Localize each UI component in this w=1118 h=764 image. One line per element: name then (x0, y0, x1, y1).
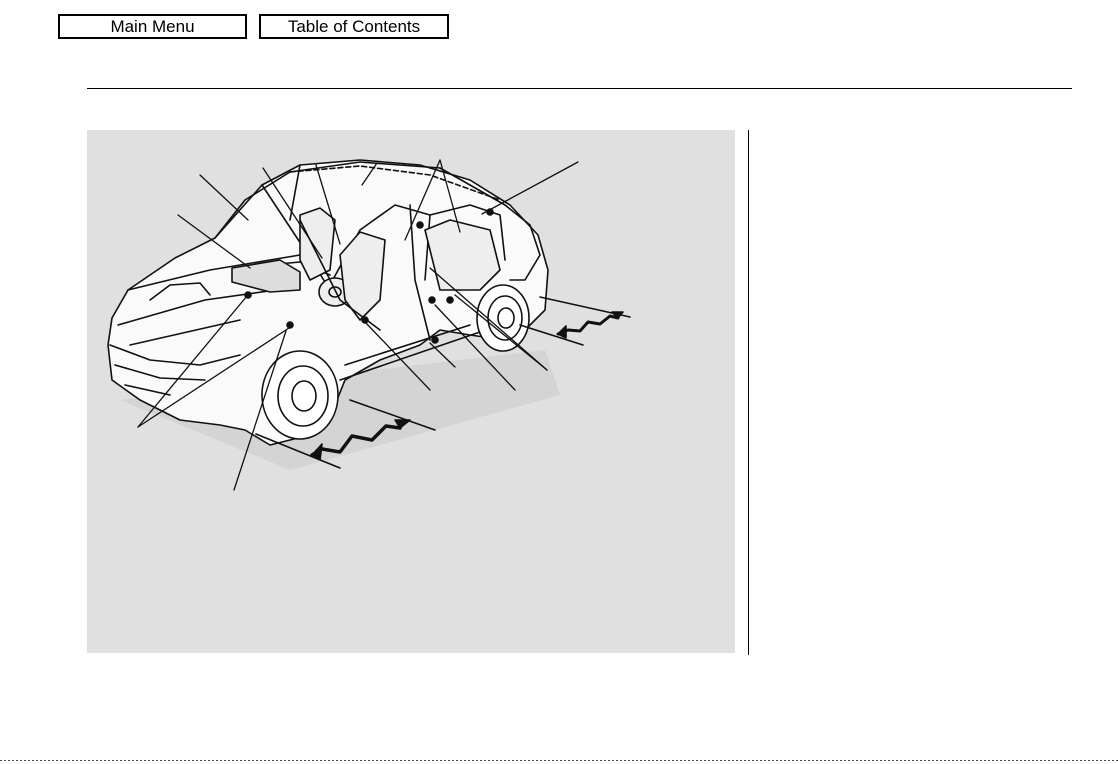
airbag-system-car-illustration (107, 159, 631, 491)
footer-dotted-rule (0, 760, 1118, 761)
